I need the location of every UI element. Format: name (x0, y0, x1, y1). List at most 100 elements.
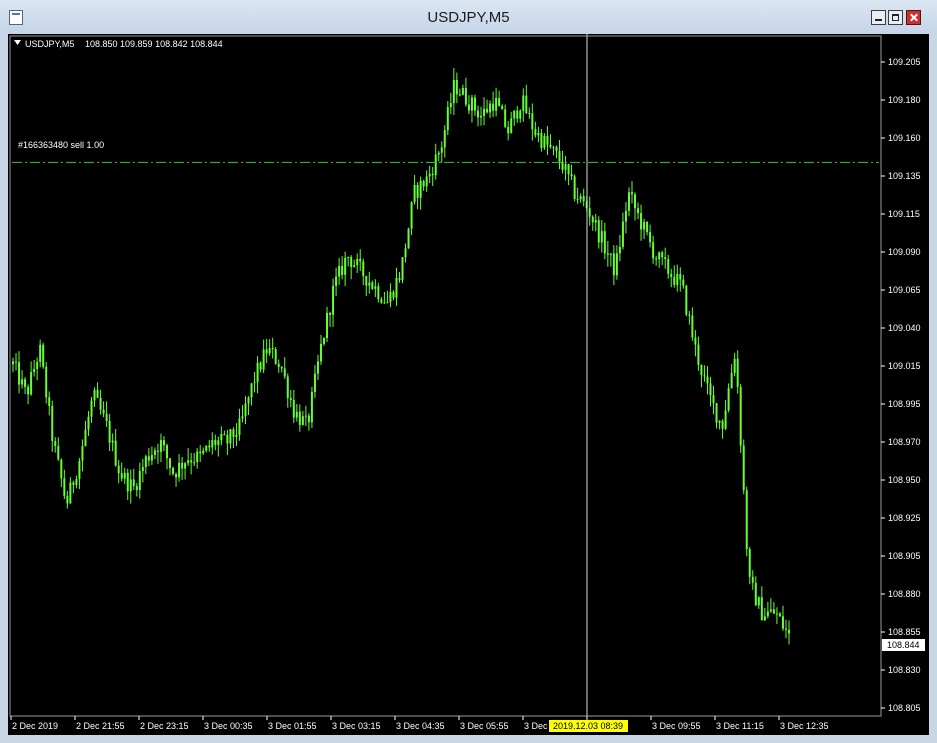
candle-body (93, 389, 96, 401)
candle-body (120, 473, 123, 479)
candle-body (114, 440, 117, 466)
candle-body (712, 395, 715, 404)
candle-body (775, 613, 778, 615)
candle-body (739, 386, 742, 446)
candle-body (389, 291, 392, 303)
candle-body (199, 451, 202, 454)
candle-body (609, 253, 612, 255)
candle-body (78, 460, 81, 479)
candle-body (316, 361, 319, 374)
candle-body (691, 315, 694, 338)
candle-body (332, 285, 335, 315)
candle-body (205, 445, 208, 451)
price-tick-label: 109.180 (888, 95, 921, 105)
candle-body (567, 164, 570, 175)
candle-body (673, 276, 676, 285)
candle-body (90, 400, 93, 417)
candle-body (368, 282, 371, 286)
candle-body (138, 471, 141, 491)
candle-body (190, 460, 193, 463)
candle-body (431, 173, 434, 176)
candle-body (540, 132, 543, 148)
candle-body (84, 429, 87, 447)
candle-body (757, 597, 760, 606)
time-tick-label: 3 Dec 05:55 (460, 721, 509, 731)
header-ohlc: 108.850 109.859 108.842 108.844 (85, 39, 223, 49)
candle-body (694, 337, 697, 345)
candle-body (591, 216, 594, 223)
candle-body (392, 291, 395, 298)
candle-body (643, 221, 646, 230)
candle-body (304, 415, 307, 417)
candle-body (763, 616, 766, 621)
time-tick-label: 2 Dec 21:55 (76, 721, 125, 731)
candle-body (422, 180, 425, 187)
candle-body (359, 258, 362, 262)
candle-body (606, 253, 609, 255)
candle-body (165, 445, 168, 459)
candle-body (344, 257, 347, 275)
candle-body (57, 446, 60, 460)
candle-body (621, 221, 624, 247)
candle-body (630, 192, 633, 195)
time-tick-label: 3 Dec 12:35 (780, 721, 829, 731)
price-chart[interactable]: #166363480 sell 1.00 USDJPY,M5 108.850 1… (8, 34, 929, 735)
candle-body (383, 302, 386, 304)
candle-body (226, 434, 229, 444)
candle-body (718, 420, 721, 423)
candle-body (476, 110, 479, 118)
price-tick-label: 109.205 (888, 57, 921, 67)
candle-body (788, 629, 790, 634)
price-tick-label: 108.905 (888, 551, 921, 561)
price-tick-label: 109.135 (888, 171, 921, 181)
time-tick-label: 3 Dec (524, 721, 548, 731)
candle-body (39, 344, 42, 362)
candle-body (473, 97, 476, 111)
candle-body (410, 202, 413, 229)
candle-body (217, 440, 220, 445)
candle-body (350, 257, 353, 267)
candle-body (60, 459, 63, 479)
window-titlebar[interactable]: USDJPY,M5 (0, 0, 937, 34)
price-tick-label: 108.805 (888, 703, 921, 713)
time-tick-label: 2 Dec 23:15 (140, 721, 189, 731)
candle-body (676, 273, 679, 285)
candle-body (646, 221, 649, 233)
candle-body (48, 397, 51, 407)
price-tick-label: 108.995 (888, 399, 921, 409)
candle-body (54, 441, 57, 447)
candle-body (271, 347, 274, 350)
candle-body (715, 403, 718, 423)
candle-body (262, 349, 265, 370)
candle-body (172, 467, 175, 474)
candle-body (772, 609, 775, 614)
candle-body (413, 185, 416, 203)
candle-body (751, 576, 754, 583)
candle-body (480, 115, 483, 118)
candle-body (30, 371, 33, 395)
candle-body (141, 466, 144, 472)
candle-body (501, 106, 504, 110)
candle-body (265, 349, 268, 354)
candle-body (256, 362, 259, 383)
candle-body (649, 232, 652, 243)
close-button[interactable] (906, 10, 921, 25)
candle-body (15, 361, 18, 363)
candle-body (45, 366, 48, 398)
candle-body (513, 110, 516, 119)
candle-body (250, 383, 253, 398)
candle-body (570, 174, 573, 177)
price-tick-label: 108.970 (888, 437, 921, 447)
candle-body (313, 373, 316, 392)
candle-body (144, 456, 147, 467)
candle-body (652, 242, 655, 259)
chart-area[interactable]: #166363480 sell 1.00 USDJPY,M5 108.850 1… (8, 34, 929, 735)
candle-body (618, 246, 621, 254)
maximize-button[interactable] (888, 10, 903, 25)
candle-body (769, 609, 772, 612)
candle-body (75, 478, 78, 485)
candle-body (760, 597, 763, 621)
candle-body (543, 135, 546, 148)
minimize-button[interactable] (871, 10, 886, 25)
price-tick-label: 108.880 (888, 589, 921, 599)
